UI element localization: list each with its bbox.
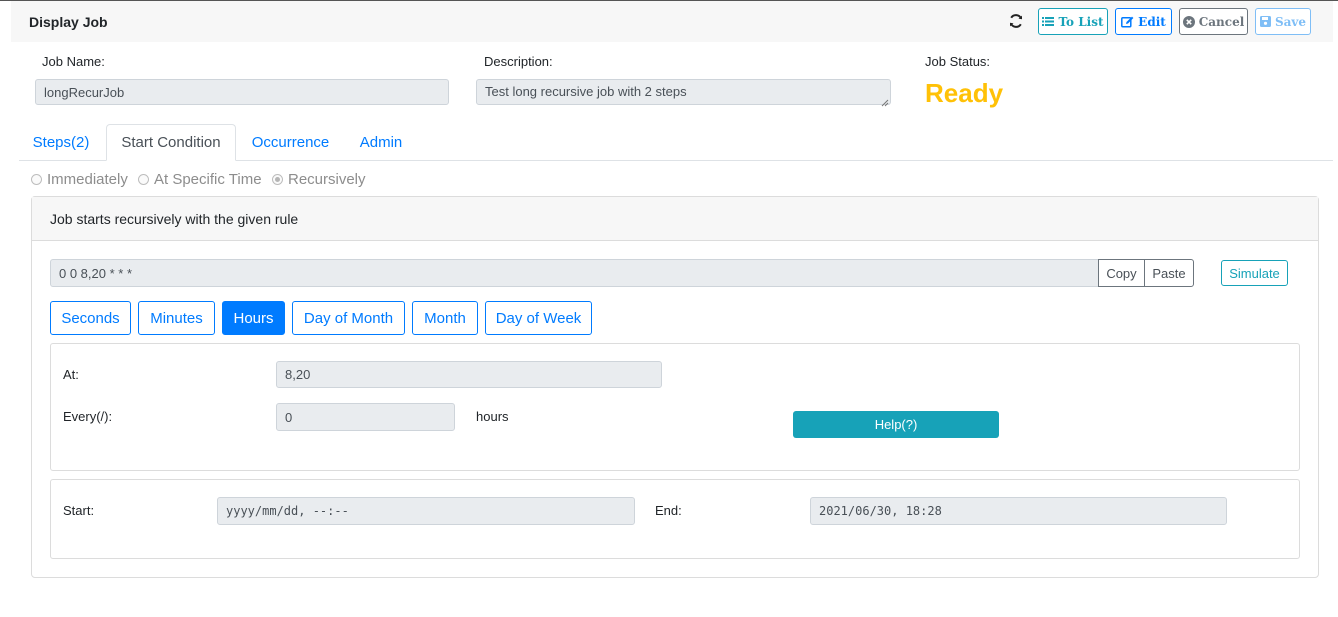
end-datetime-field[interactable]: 2021/06/30, 18:28 <box>810 497 1227 525</box>
job-name-field[interactable]: longRecurJob <box>35 79 449 105</box>
cron-expression-field[interactable]: 0 0 8,20 * * * <box>50 259 1099 287</box>
radio-recursively-label: Recursively <box>288 171 366 188</box>
edit-icon <box>1121 16 1134 28</box>
radio-at-specific-time-label: At Specific Time <box>154 171 262 188</box>
radio-recursively[interactable]: Recursively <box>272 171 366 188</box>
tab-occurrence[interactable]: Occurrence <box>240 124 341 161</box>
tab-admin[interactable]: Admin <box>347 124 415 161</box>
field-tab-minutes[interactable]: Minutes <box>138 301 215 335</box>
field-tab-seconds[interactable]: Seconds <box>50 301 131 335</box>
start-label: Start: <box>63 503 95 518</box>
edit-button[interactable]: Edit <box>1115 8 1172 35</box>
tab-steps[interactable]: Steps(2) <box>19 124 103 161</box>
to-list-label: To List <box>1058 14 1104 29</box>
radio-immediately[interactable]: Immediately <box>31 171 128 188</box>
field-tab-day-of-month[interactable]: Day of Month <box>292 301 405 335</box>
to-list-button[interactable]: To List <box>1038 8 1108 35</box>
recursion-card-header: Job starts recursively with the given ru… <box>32 197 1318 241</box>
simulate-button[interactable]: Simulate <box>1221 260 1288 286</box>
recursion-card-title: Job starts recursively with the given ru… <box>50 211 299 227</box>
job-status-label: Job Status: <box>925 54 991 69</box>
job-status-value: Ready <box>925 78 1004 108</box>
radio-immediately-label: Immediately <box>47 171 128 188</box>
save-button[interactable]: Save <box>1255 8 1311 35</box>
save-icon <box>1259 16 1271 27</box>
tab-start-condition[interactable]: Start Condition <box>106 124 236 161</box>
list-icon <box>1042 16 1055 27</box>
refresh-icon[interactable] <box>1007 12 1025 30</box>
radio-button-icon <box>31 174 42 185</box>
field-tab-hours[interactable]: Hours <box>222 301 285 335</box>
page-title: Display Job <box>29 14 108 30</box>
end-label: End: <box>655 503 682 518</box>
page-header: Display Job To List Edit Cancel Save <box>11 1 1333 42</box>
edit-label: Edit <box>1138 14 1166 29</box>
every-field[interactable]: 0 <box>276 403 455 431</box>
radio-button-selected-icon <box>272 174 283 185</box>
cancel-button[interactable]: Cancel <box>1179 8 1248 35</box>
every-label: Every(/): <box>63 409 113 424</box>
start-datetime-field[interactable]: yyyy/mm/dd, --:-- <box>217 497 635 525</box>
every-unit-label: hours <box>476 409 509 424</box>
radio-at-specific-time[interactable]: At Specific Time <box>138 171 262 188</box>
field-tab-month[interactable]: Month <box>412 301 478 335</box>
paste-button[interactable]: Paste <box>1144 259 1194 287</box>
save-label: Save <box>1274 14 1307 29</box>
field-tab-day-of-week[interactable]: Day of Week <box>485 301 592 335</box>
description-label: Description: <box>484 54 553 69</box>
job-name-label: Job Name: <box>42 54 105 69</box>
close-circle-icon <box>1182 15 1195 28</box>
description-text: Test long recursive job with 2 steps <box>485 84 687 99</box>
resize-grip-icon[interactable] <box>881 95 889 107</box>
radio-button-icon <box>138 174 149 185</box>
at-field[interactable]: 8,20 <box>276 361 662 388</box>
help-button[interactable]: Help(?) <box>793 411 999 438</box>
hours-settings-panel <box>50 343 1300 471</box>
at-label: At: <box>63 367 79 382</box>
copy-button[interactable]: Copy <box>1098 259 1145 287</box>
cancel-label: Cancel <box>1198 14 1245 29</box>
description-field[interactable]: Test long recursive job with 2 steps <box>476 79 891 107</box>
